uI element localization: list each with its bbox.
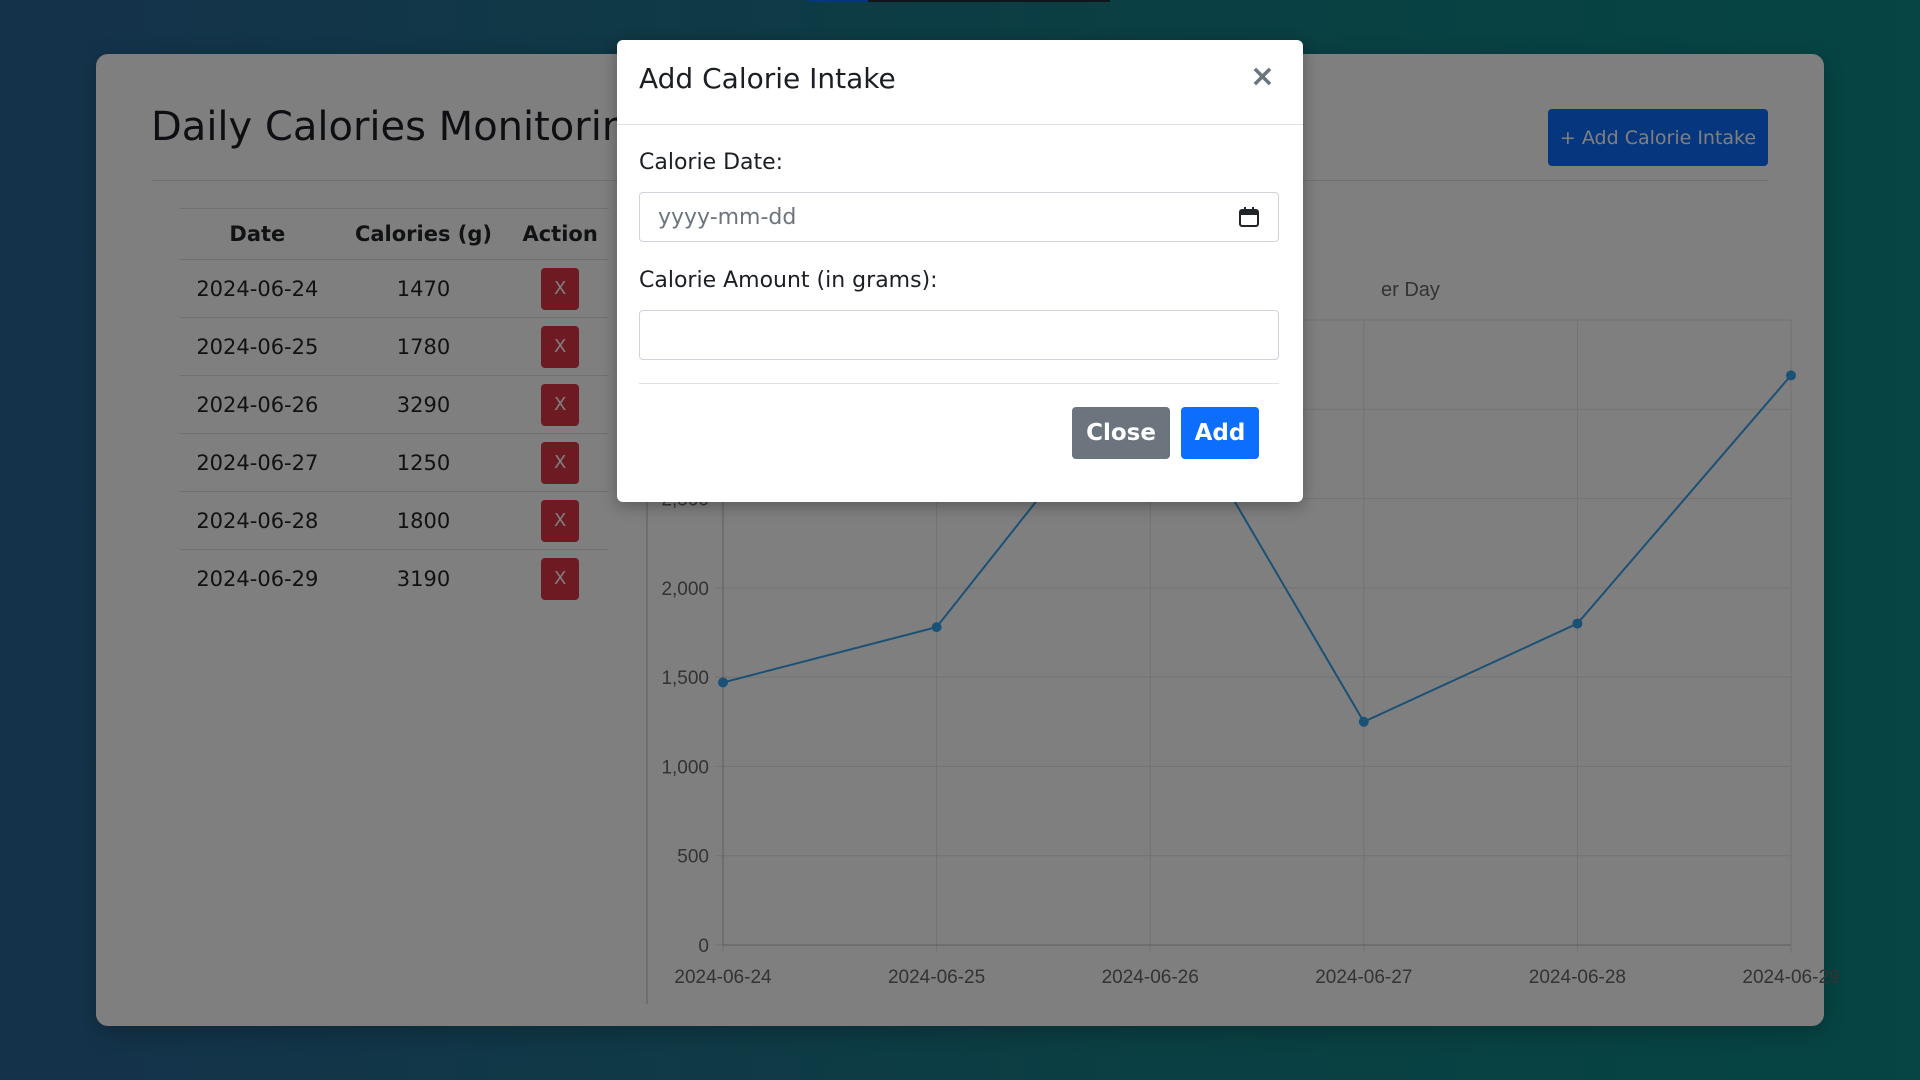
modal-title: Add Calorie Intake — [639, 62, 896, 95]
calorie-date-label: Calorie Date: — [639, 150, 784, 175]
calendar-icon[interactable] — [1238, 206, 1260, 228]
modal-footer-divider — [639, 383, 1279, 384]
add-calorie-modal: Add Calorie Intake × Calorie Date: yyyy-… — [617, 40, 1303, 502]
calorie-amount-field[interactable] — [639, 310, 1279, 360]
modal-header: Add Calorie Intake × — [617, 40, 1303, 125]
close-button[interactable]: Close — [1072, 407, 1170, 459]
calorie-date-field[interactable]: yyyy-mm-dd — [639, 192, 1279, 242]
close-icon[interactable]: × — [1244, 58, 1281, 95]
date-placeholder: yyyy-mm-dd — [658, 204, 797, 230]
calorie-amount-label: Calorie Amount (in grams): — [639, 268, 938, 293]
add-button[interactable]: Add — [1181, 407, 1259, 459]
